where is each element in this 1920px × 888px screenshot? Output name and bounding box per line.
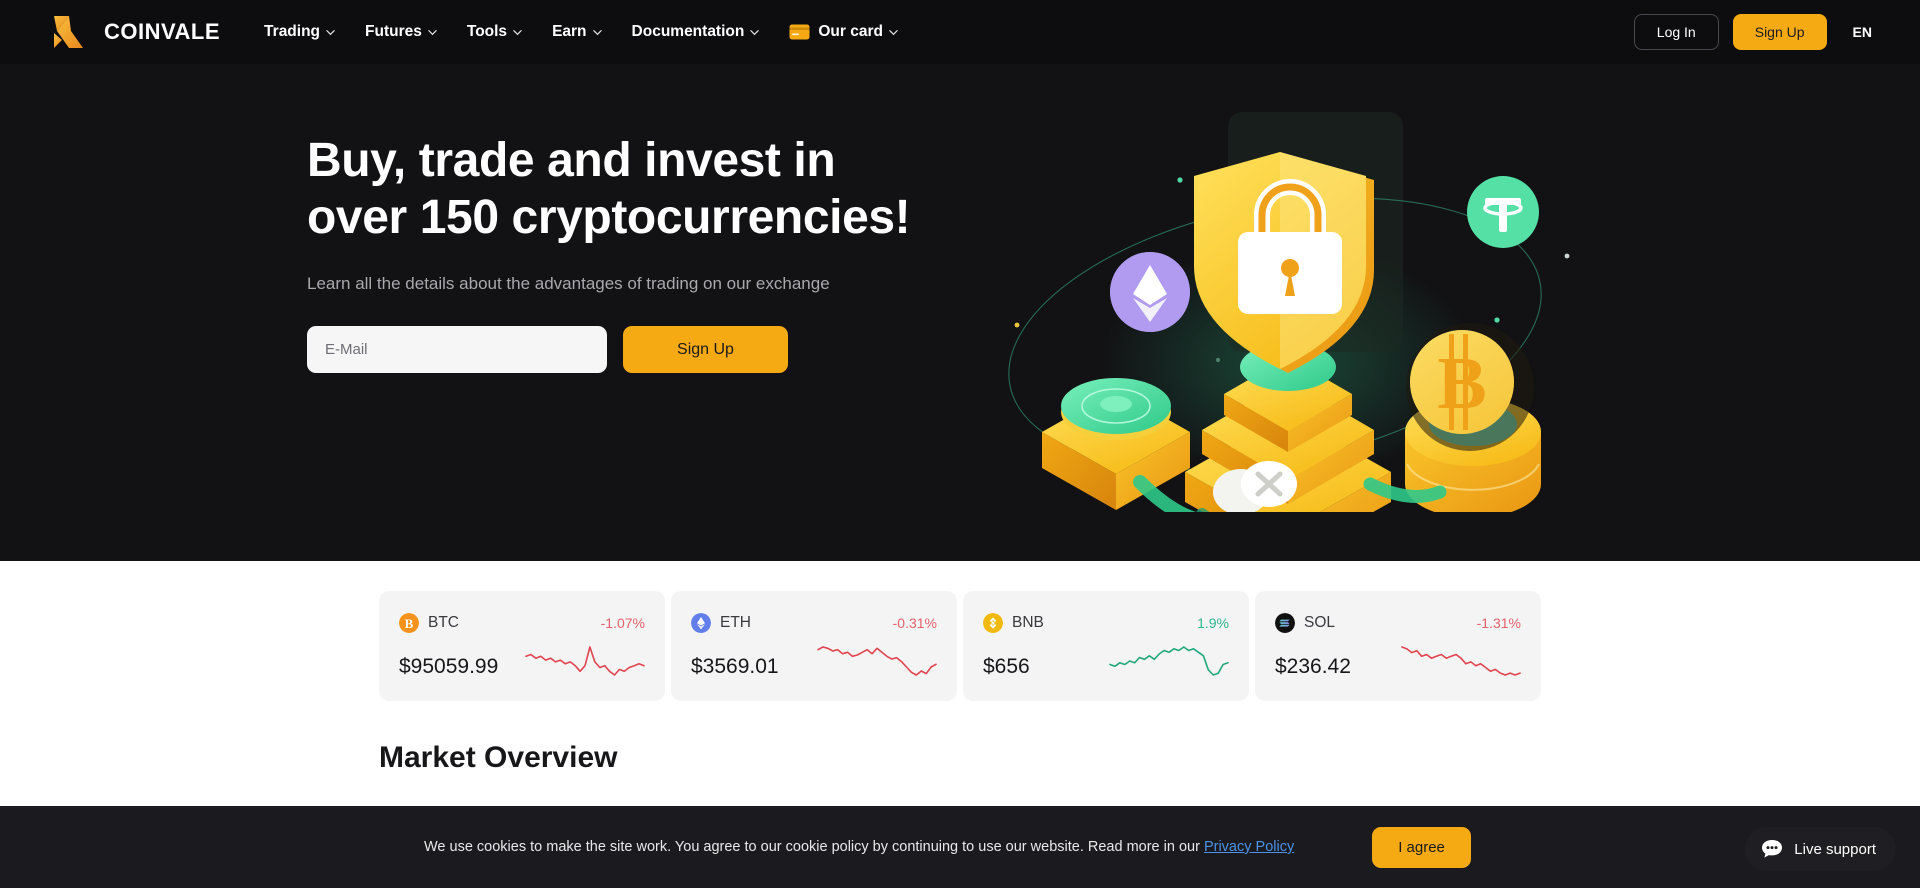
binance-icon [983,613,1003,633]
chevron-down-icon [750,28,760,37]
cookie-message: We use cookies to make the site work. Yo… [424,839,1204,855]
nav-item-futures[interactable]: Futures [365,23,437,41]
svg-text:B: B [1437,343,1486,425]
ethereum-icon [691,613,711,633]
hero-section: Buy, trade and invest in over 150 crypto… [0,64,1920,561]
live-support-button[interactable]: Live support [1745,827,1896,871]
nav-label-tools: Tools [466,23,508,40]
nav-label-earn: Earn [552,23,587,40]
crypto-shield-lock-illustration: B [970,112,1590,560]
ticker-price: $656 [983,655,1030,678]
live-support-label: Live support [1794,840,1876,858]
hero-title: Buy, trade and invest in over 150 crypto… [307,134,911,245]
ticker-sparkline [817,645,937,679]
cookie-text: We use cookies to make the site work. Yo… [424,839,1294,855]
nav-item-trading[interactable]: Trading [264,23,335,41]
ticker-change: 1.9% [1197,615,1229,631]
privacy-policy-link[interactable]: Privacy Policy [1204,839,1294,855]
ticker-symbol: BNB [1012,614,1044,631]
coinvale-logo-icon [52,13,90,51]
ticker-sparkline [1109,645,1229,679]
ticker-band: B BTC -1.07% $95059.99 ETH -0.31% $3569.… [0,561,1920,701]
brand-name: COINVALE [104,19,221,44]
chat-bubble-icon [1761,839,1783,859]
hero-signup-button[interactable]: Sign Up [623,326,788,374]
market-overview-section: Market Overview [379,741,1541,775]
nav-item-our-card[interactable]: Our card [789,23,898,41]
nav-item-documentation[interactable]: Documentation [632,23,760,41]
ticker-row: B BTC -1.07% $95059.99 ETH -0.31% $3569.… [379,591,1541,701]
nav-label-documentation: Documentation [631,23,745,40]
ticker-price: $236.42 [1275,655,1351,678]
ticker-price: $95059.99 [399,655,499,678]
nav-label-trading: Trading [264,23,321,40]
ticker-symbol: BTC [428,614,459,631]
nav-actions: Log In Sign Up EN [1633,14,1872,50]
ticker-change: -0.31% [892,615,937,631]
hero-subtitle: Learn all the details about the advantag… [307,274,830,294]
landing-page: COINVALE Trading Futures Tools Earn Docu… [0,0,1920,888]
nav-label-our-card: Our card [818,23,883,40]
chevron-down-icon [513,28,522,37]
language-selector[interactable]: EN [1853,24,1872,40]
chevron-down-icon [592,28,602,37]
chevron-down-icon [889,28,898,37]
ticker-sparkline [525,645,645,679]
hero-copy: Buy, trade and invest in over 150 crypto… [307,132,927,374]
ticker-card-sol[interactable]: SOL -1.31% $236.42 [1255,591,1541,701]
cookie-consent-bar: We use cookies to make the site work. Yo… [0,806,1920,888]
bitcoin-icon: B [399,613,419,633]
nav-links: Trading Futures Tools Earn Documentation… [264,23,898,41]
ticker-card-eth[interactable]: ETH -0.31% $3569.01 [671,591,957,701]
ticker-card-btc[interactable]: B BTC -1.07% $95059.99 [379,591,665,701]
solana-icon [1275,613,1295,633]
brand-logo[interactable]: COINVALE [52,13,220,51]
ticker-symbol: SOL [1304,614,1336,631]
credit-card-icon [789,24,812,40]
hero-signup-form: Sign Up [307,326,927,374]
nav-item-earn[interactable]: Earn [552,23,602,41]
email-input[interactable] [307,326,607,374]
ticker-symbol: ETH [720,614,751,631]
svg-text:B: B [405,616,414,631]
ticker-card-bnb[interactable]: BNB 1.9% $656 [963,591,1249,701]
login-button[interactable]: Log In [1633,14,1719,50]
nav-item-tools[interactable]: Tools [467,23,522,41]
market-overview-title: Market Overview [379,741,618,774]
cookie-agree-button[interactable]: I agree [1372,826,1471,868]
ticker-change: -1.07% [600,615,645,631]
ticker-change: -1.31% [1476,615,1521,631]
ticker-sparkline [1401,645,1521,679]
chevron-down-icon [326,28,335,37]
top-navbar: COINVALE Trading Futures Tools Earn Docu… [0,0,1920,64]
nav-label-futures: Futures [365,23,422,40]
chevron-down-icon [428,28,437,37]
signup-button[interactable]: Sign Up [1732,14,1827,50]
ticker-price: $3569.01 [691,655,779,678]
